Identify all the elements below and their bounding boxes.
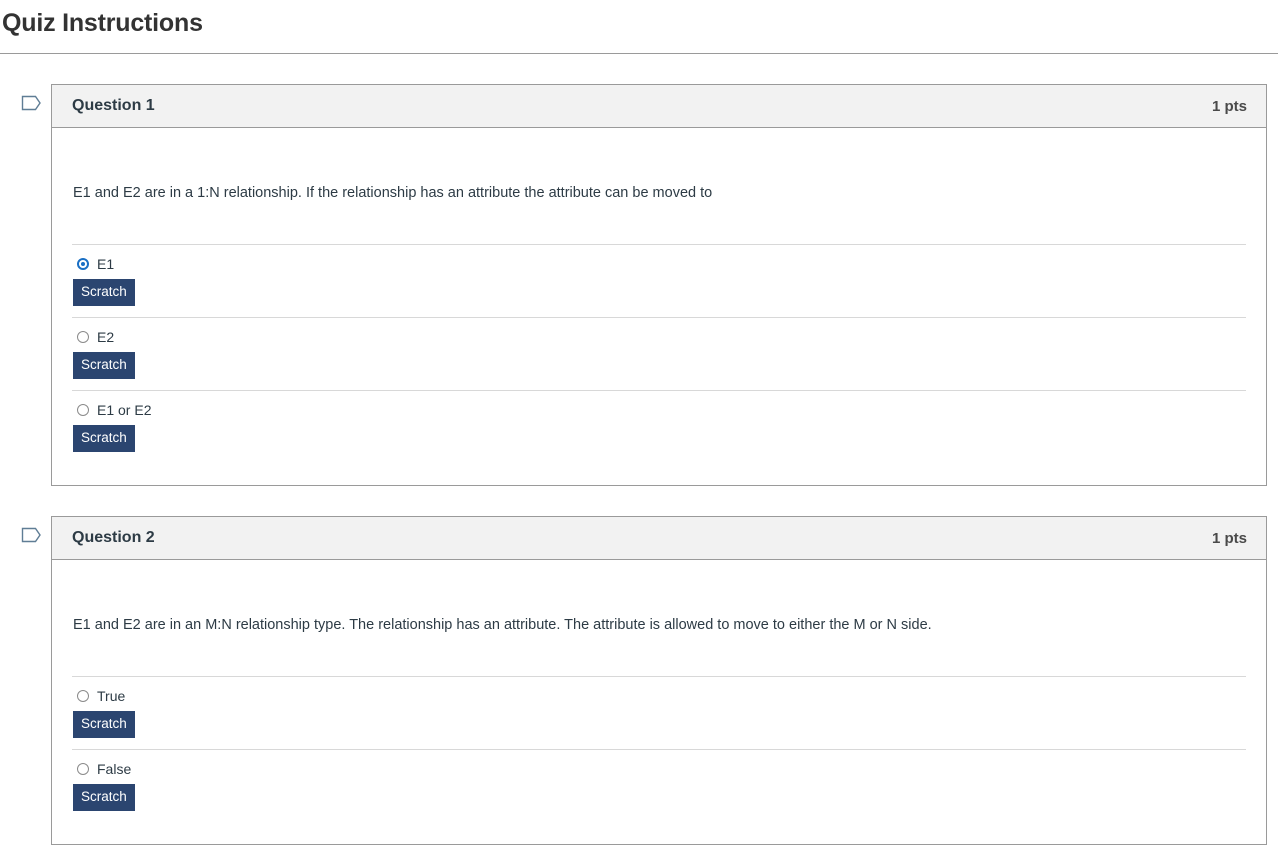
answer-row[interactable]: E2 [72,329,1246,345]
answer-radio-3[interactable] [77,404,89,416]
question-name: Question 1 [72,97,155,114]
question-header: Question 1 1 pts [52,85,1266,128]
answers-list: E1 Scratch E2 Scratch E1 or E2 Scratch [72,244,1246,485]
scratch-button[interactable]: Scratch [73,279,135,306]
title-divider [0,53,1278,54]
flag-question-button[interactable] [20,524,42,546]
questions-container: Question 1 1 pts E1 and E2 are in a 1:N … [0,84,1280,845]
question-body: E1 and E2 are in a 1:N relationship. If … [52,128,1266,485]
answer-option[interactable]: E1 or E2 Scratch [72,390,1246,463]
answer-label: E1 [97,256,115,272]
question-name: Question 2 [72,529,155,546]
answer-row[interactable]: False [72,761,1246,777]
answer-option[interactable]: False Scratch [72,749,1246,822]
question-card: Question 2 1 pts E1 and E2 are in an M:N… [51,516,1267,845]
answer-radio-2[interactable] [77,331,89,343]
scratch-button[interactable]: Scratch [73,425,135,452]
answer-radio-1[interactable] [77,258,89,270]
flag-question-button[interactable] [20,92,42,114]
answer-option[interactable]: E1 Scratch [72,244,1246,317]
question-block-2: Question 2 1 pts E1 and E2 are in an M:N… [21,516,1267,845]
question-header: Question 2 1 pts [52,517,1266,560]
answer-row[interactable]: E1 or E2 [72,402,1246,418]
answer-row[interactable]: True [72,688,1246,704]
question-block-1: Question 1 1 pts E1 and E2 are in a 1:N … [21,84,1267,486]
question-body: E1 and E2 are in an M:N relationship typ… [52,560,1266,844]
quiz-page: Quiz Instructions Question 1 1 pts E1 an… [0,0,1280,845]
answer-label: E1 or E2 [97,402,152,418]
answer-option[interactable]: True Scratch [72,676,1246,749]
answer-radio-2[interactable] [77,763,89,775]
answer-label: E2 [97,329,115,345]
question-card: Question 1 1 pts E1 and E2 are in a 1:N … [51,84,1267,486]
answer-row[interactable]: E1 [72,256,1246,272]
answer-option[interactable]: E2 Scratch [72,317,1246,390]
scratch-button[interactable]: Scratch [73,784,135,811]
scratch-button[interactable]: Scratch [73,352,135,379]
flag-outline-icon [21,95,41,111]
scratch-button[interactable]: Scratch [73,711,135,738]
answer-label: False [97,761,132,777]
answer-label: True [97,688,126,704]
question-points: 1 pts [1211,529,1247,547]
answer-radio-1[interactable] [77,690,89,702]
page-title: Quiz Instructions [2,9,203,37]
question-text: E1 and E2 are in a 1:N relationship. If … [73,185,713,201]
question-text: E1 and E2 are in an M:N relationship typ… [73,617,932,633]
answers-list: True Scratch False Scratch [72,676,1246,844]
flag-outline-icon [21,527,41,543]
question-points: 1 pts [1211,97,1247,115]
